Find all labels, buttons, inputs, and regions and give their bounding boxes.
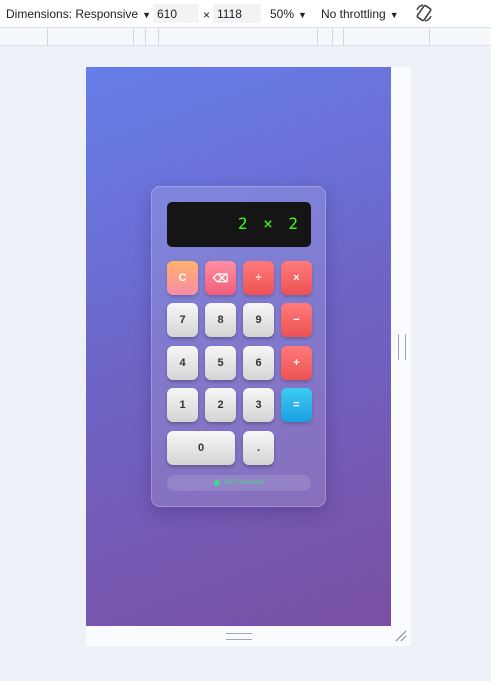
api-status-text: API Connected: [223, 480, 265, 486]
zoom-label: 50%: [270, 7, 295, 21]
width-input[interactable]: [153, 4, 199, 23]
backspace-button[interactable]: ⌫: [205, 261, 236, 295]
ruler-tick: [133, 28, 134, 45]
decimal-button[interactable]: .: [243, 431, 274, 465]
chevron-down-icon: ▼: [389, 10, 399, 20]
ruler-tick: [343, 28, 344, 45]
calculator-display: 2 × 2: [167, 202, 311, 247]
ruler-tick: [317, 28, 318, 45]
ruler-tick: [332, 28, 333, 45]
status-dot-icon: [213, 480, 220, 486]
zoom-dropdown[interactable]: 50% ▼: [270, 7, 307, 21]
equals-button[interactable]: =: [281, 388, 312, 422]
times-sign: ×: [203, 8, 211, 22]
digit-4-button[interactable]: 4: [167, 346, 198, 380]
digit-9-button[interactable]: 9: [243, 303, 274, 337]
rotate-icon[interactable]: [414, 3, 434, 23]
device-toolbar: Dimensions: Responsive▼ × 50%▼ No thrott…: [0, 0, 491, 28]
digit-7-button[interactable]: 7: [167, 303, 198, 337]
ruler-tick: [158, 28, 159, 45]
digit-3-button[interactable]: 3: [243, 388, 274, 422]
right-resize-handle[interactable]: [398, 334, 406, 360]
divide-button[interactable]: ÷: [243, 261, 274, 295]
dimensions-dropdown[interactable]: Dimensions: Responsive ▼: [6, 7, 151, 21]
throttle-label: No throttling: [321, 7, 386, 21]
throttle-dropdown[interactable]: No throttling ▼: [321, 7, 399, 21]
clear-button[interactable]: C: [167, 261, 198, 295]
digit-8-button[interactable]: 8: [205, 303, 236, 337]
corner-resize-icon[interactable]: [395, 630, 407, 642]
plus-button[interactable]: +: [281, 346, 312, 380]
media-query-ruler[interactable]: [0, 28, 491, 46]
minus-button[interactable]: −: [281, 303, 312, 337]
ruler-tick: [47, 28, 48, 45]
digit-1-button[interactable]: 1: [167, 388, 198, 422]
device-viewport: 2 × 2 C ⌫ ÷ × 7 8 9 − 4 5 6 + 1 2 3 = 0 …: [86, 67, 391, 626]
chevron-down-icon: ▼: [298, 10, 307, 20]
chevron-down-icon: ▼: [142, 10, 151, 20]
height-input[interactable]: [213, 4, 261, 23]
digit-5-button[interactable]: 5: [205, 346, 236, 380]
display-expression: 2 × 2: [237, 214, 301, 233]
digit-0-button[interactable]: 0: [167, 431, 235, 465]
bottom-resize-handle[interactable]: [226, 633, 252, 640]
api-status-bar: API Connected: [167, 475, 311, 491]
dimensions-label: Dimensions: Responsive: [6, 7, 139, 21]
ruler-tick: [429, 28, 430, 45]
digit-6-button[interactable]: 6: [243, 346, 274, 380]
calculator: 2 × 2 C ⌫ ÷ × 7 8 9 − 4 5 6 + 1 2 3 = 0 …: [151, 186, 326, 507]
multiply-button[interactable]: ×: [281, 261, 312, 295]
digit-2-button[interactable]: 2: [205, 388, 236, 422]
ruler-tick: [145, 28, 146, 45]
